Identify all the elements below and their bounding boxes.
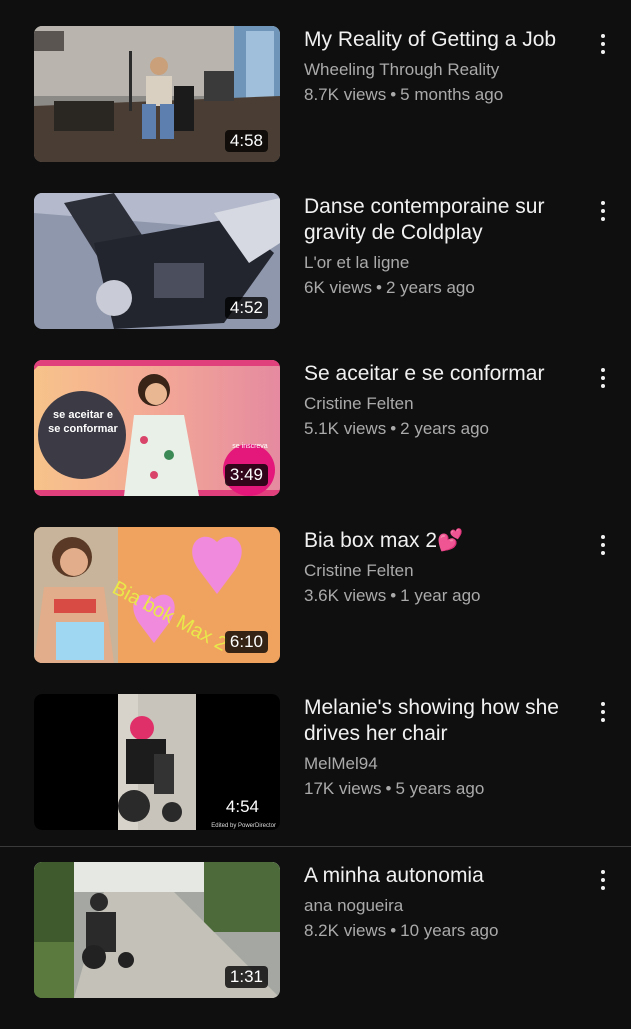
upload-age: 1 year ago xyxy=(400,586,481,605)
video-item[interactable]: 1:31 A minha autonomia ana nogueira 8.2K… xyxy=(0,862,631,1029)
video-item[interactable]: 4:52 Danse contemporaine sur gravity de … xyxy=(0,193,631,360)
video-meta: Bia box max 2💕 Cristine Felten 3.6K view… xyxy=(304,527,579,607)
thumbnail-watermark: Edited by PowerDirector xyxy=(211,823,276,829)
more-options-icon[interactable] xyxy=(588,529,618,561)
video-duration: 4:52 xyxy=(224,297,268,319)
view-count: 8.2K views xyxy=(304,921,387,940)
title-emoji: 💕 xyxy=(437,529,464,552)
video-meta: My Reality of Getting a Job Wheeling Thr… xyxy=(304,26,579,106)
video-duration: 3:49 xyxy=(224,464,268,486)
separator: • xyxy=(390,85,397,104)
upload-age: 2 years ago xyxy=(385,278,475,297)
video-title[interactable]: Bia box max 2💕 xyxy=(304,528,579,554)
video-item[interactable]: se aceitar e se conformar se inscreva 3:… xyxy=(0,360,631,527)
more-options-icon[interactable] xyxy=(588,864,618,896)
separator: • xyxy=(390,921,397,940)
video-stats: 17K views • 5 years ago xyxy=(304,778,579,800)
more-options-icon[interactable] xyxy=(588,696,618,728)
view-count: 3.6K views xyxy=(304,586,387,605)
video-title[interactable]: My Reality of Getting a Job xyxy=(304,27,579,53)
video-list: 4:58 My Reality of Getting a Job Wheelin… xyxy=(0,0,631,1023)
video-meta: Danse contemporaine sur gravity de Coldp… xyxy=(304,193,579,299)
more-options-icon[interactable] xyxy=(588,362,618,394)
video-meta: A minha autonomia ana nogueira 8.2K view… xyxy=(304,862,579,942)
video-thumbnail[interactable]: 4:52 xyxy=(34,193,280,329)
channel-name[interactable]: ana nogueira xyxy=(304,895,579,917)
channel-name[interactable]: L'or et la ligne xyxy=(304,252,579,274)
upload-age: 5 years ago xyxy=(395,779,485,798)
separator: • xyxy=(376,278,382,297)
video-title[interactable]: Danse contemporaine sur gravity de Coldp… xyxy=(304,194,579,246)
view-count: 8.7K views xyxy=(304,85,387,104)
video-stats: 5.1K views • 2 years ago xyxy=(304,418,579,440)
video-thumbnail[interactable]: 1:31 xyxy=(34,862,280,998)
video-stats: 8.2K views • 10 years ago xyxy=(304,920,579,942)
video-thumbnail[interactable]: 4:54 Edited by PowerDirector xyxy=(34,694,280,830)
channel-name[interactable]: Wheeling Through Reality xyxy=(304,59,579,81)
video-duration: 6:10 xyxy=(224,631,268,653)
video-stats: 8.7K views • 5 months ago xyxy=(304,84,579,106)
video-item[interactable]: 4:54 Edited by PowerDirector Melanie's s… xyxy=(0,694,631,861)
video-item[interactable]: Bia bok Max 2 6:10 Bia box max 2💕 Cristi… xyxy=(0,527,631,694)
upload-age: 5 months ago xyxy=(400,85,504,104)
channel-name[interactable]: Cristine Felten xyxy=(304,393,579,415)
upload-age: 2 years ago xyxy=(400,419,489,438)
video-meta: Melanie's showing how she drives her cha… xyxy=(304,694,579,800)
video-title[interactable]: Se aceitar e se conformar xyxy=(304,361,579,387)
video-thumbnail[interactable]: 4:58 xyxy=(34,26,280,162)
channel-name[interactable]: Cristine Felten xyxy=(304,560,579,582)
video-title[interactable]: Melanie's showing how she drives her cha… xyxy=(304,695,579,747)
separator: • xyxy=(385,779,392,798)
channel-name[interactable]: MelMel94 xyxy=(304,753,579,775)
view-count: 5.1K views xyxy=(304,419,387,438)
more-options-icon[interactable] xyxy=(588,28,618,60)
video-thumbnail[interactable]: Bia bok Max 2 6:10 xyxy=(34,527,280,663)
video-title[interactable]: A minha autonomia xyxy=(304,863,579,889)
video-stats: 3.6K views • 1 year ago xyxy=(304,585,579,607)
video-item[interactable]: 4:58 My Reality of Getting a Job Wheelin… xyxy=(0,26,631,193)
thumbnail-badge: se inscreva xyxy=(232,443,268,450)
view-count: 6K views xyxy=(304,278,373,297)
upload-age: 10 years ago xyxy=(400,921,499,940)
video-duration: 4:54 xyxy=(225,797,259,816)
video-thumbnail[interactable]: se aceitar e se conformar se inscreva 3:… xyxy=(34,360,280,496)
view-count: 17K views xyxy=(304,779,382,798)
video-meta: Se aceitar e se conformar Cristine Felte… xyxy=(304,360,579,440)
thumbnail-text: se aceitar e se conformar xyxy=(48,409,118,435)
video-duration: 4:58 xyxy=(224,130,268,152)
more-options-icon[interactable] xyxy=(588,195,618,227)
video-stats: 6K views • 2 years ago xyxy=(304,277,579,299)
section-divider xyxy=(0,846,631,847)
separator: • xyxy=(390,419,397,438)
video-duration: 1:31 xyxy=(224,966,268,988)
separator: • xyxy=(390,586,397,605)
